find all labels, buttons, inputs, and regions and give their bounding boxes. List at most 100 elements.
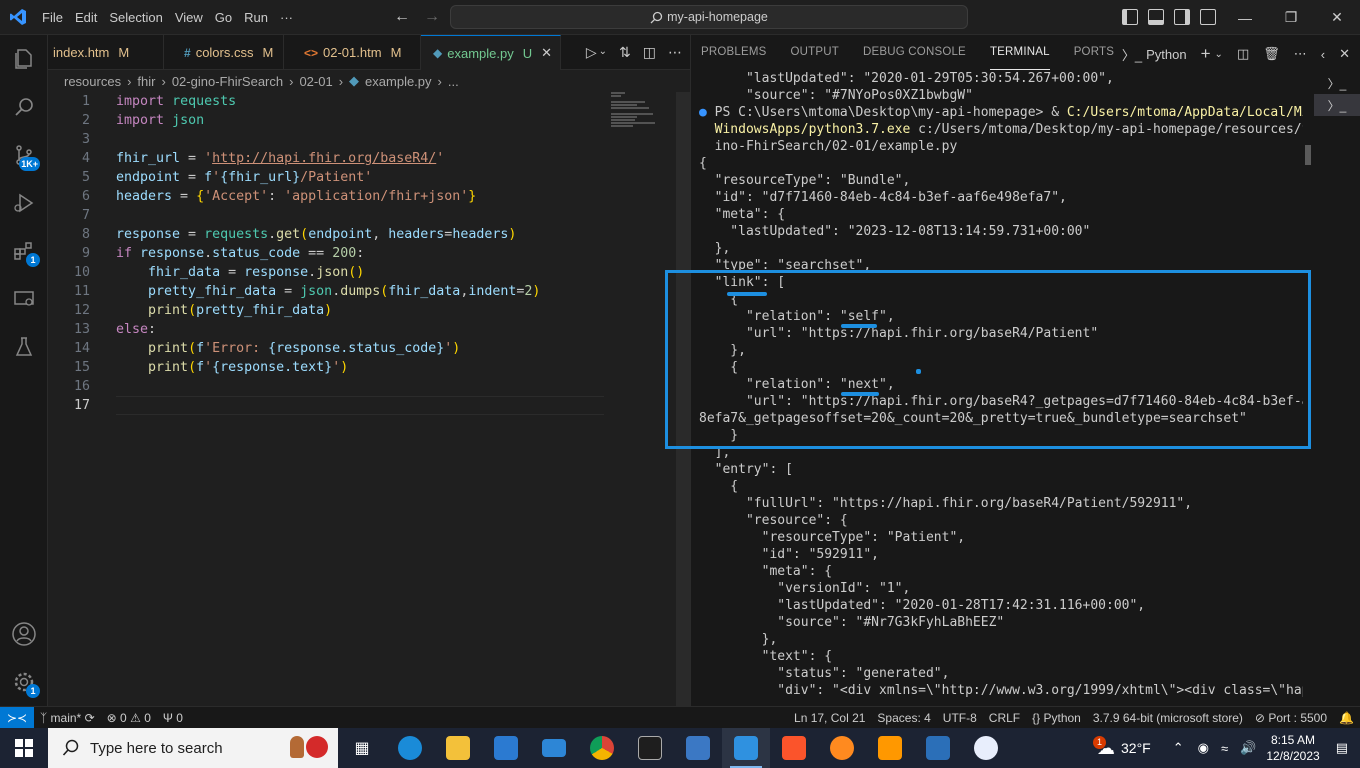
toggle-primary-sidebar-icon[interactable]	[1122, 9, 1138, 25]
windows-start-icon[interactable]	[0, 728, 48, 768]
breadcrumb-item[interactable]: resources	[64, 74, 121, 89]
microsoft-store-icon[interactable]	[482, 728, 530, 768]
testing-icon[interactable]	[0, 323, 48, 371]
manage-gear-icon[interactable]: 1	[0, 658, 48, 706]
code-line[interactable]: 14 print(f'Error: {response.status_code}…	[48, 339, 678, 358]
tab-debug-console[interactable]: DEBUG CONSOLE	[863, 35, 966, 70]
code-line[interactable]: 15 print(f'{response.text}')	[48, 358, 678, 377]
code-editor[interactable]: 1 import requests 2 import json 3 4 fhir_url =…	[48, 92, 678, 415]
code-line[interactable]: 9 if response.status_code == 200:	[48, 244, 678, 263]
code-line[interactable]: 2 import json	[48, 111, 678, 130]
brave-icon[interactable]	[770, 728, 818, 768]
search-view-icon[interactable]	[0, 83, 48, 131]
explorer-icon[interactable]	[0, 35, 48, 83]
new-terminal-plus-icon[interactable]: +	[1201, 44, 1211, 64]
remote-explorer-icon[interactable]	[0, 275, 48, 323]
code-line[interactable]: 11 pretty_fhir_data = json.dumps(fhir_da…	[48, 282, 678, 301]
end-of-line[interactable]: CRLF	[983, 711, 1026, 725]
volume-icon[interactable]: 🔊	[1240, 740, 1256, 756]
cursor-position[interactable]: Ln 17, Col 21	[788, 711, 871, 725]
menu-view[interactable]: View	[169, 0, 209, 35]
run-python-icon[interactable]: ▷	[586, 44, 597, 61]
code-line[interactable]: 10 fhir_data = response.json()	[48, 263, 678, 282]
meet-now-icon[interactable]: ◉	[1198, 740, 1209, 756]
ports-item[interactable]: Ψ 0	[157, 711, 189, 725]
forward-arrow-icon[interactable]: →	[424, 8, 440, 26]
code-line[interactable]: 1 import requests	[48, 92, 678, 111]
breadcrumb-item[interactable]: 02-01	[299, 74, 332, 89]
code-line[interactable]: 5 endpoint = f'{fhir_url}/Patient'	[48, 168, 678, 187]
python-interpreter[interactable]: 3.7.9 64-bit (microsoft store)	[1087, 711, 1249, 725]
menu-edit[interactable]: Edit	[69, 0, 103, 35]
code-line[interactable]: 4 fhir_url = 'http://hapi.fhir.org/baseR4…	[48, 149, 678, 168]
code-line[interactable]: 13 else:	[48, 320, 678, 339]
back-arrow-icon[interactable]: ←	[394, 8, 410, 26]
code-line[interactable]: 8 response = requests.get(endpoint, heade…	[48, 225, 678, 244]
breadcrumb-item[interactable]: ...	[448, 74, 459, 89]
tab-problems[interactable]: PROBLEMS	[701, 35, 767, 70]
close-panel-icon[interactable]: ✕	[1339, 46, 1350, 62]
edge-icon[interactable]	[386, 728, 434, 768]
minimap[interactable]	[611, 92, 661, 132]
problems-item[interactable]: ⊗ 0 ⚠ 0	[101, 711, 157, 725]
control-panel-icon[interactable]	[674, 728, 722, 768]
code-line[interactable]: 16	[48, 377, 678, 396]
more-actions-icon[interactable]: ⋯	[1294, 46, 1307, 62]
menu-more[interactable]: ···	[274, 0, 299, 35]
breadcrumb-item[interactable]: 02-gino-FhirSearch	[172, 74, 283, 89]
branch-item[interactable]: ᛉ main* ⟳	[34, 711, 101, 725]
chrome-icon[interactable]	[578, 728, 626, 768]
chevron-up-icon[interactable]: ⌃	[1173, 740, 1184, 756]
tab-ports[interactable]: PORTS	[1074, 35, 1114, 70]
menu-run[interactable]: Run	[238, 0, 274, 35]
encoding[interactable]: UTF-8	[937, 711, 983, 725]
split-terminal-icon[interactable]: ◫	[1237, 46, 1249, 62]
menu-go[interactable]: Go	[209, 0, 238, 35]
open-changes-icon[interactable]: ⇅	[619, 44, 631, 61]
powershell-icon[interactable]	[914, 728, 962, 768]
code-line[interactable]: 17	[48, 396, 678, 415]
language-mode[interactable]: {} Python	[1026, 711, 1087, 725]
weather-icon[interactable]: ☁ 1	[1093, 735, 1115, 759]
split-editor-icon[interactable]: ◫	[643, 44, 656, 61]
source-control-icon[interactable]: 1K+	[0, 131, 48, 179]
customize-layout-icon[interactable]	[1200, 9, 1216, 25]
task-view-icon[interactable]: ▦	[338, 728, 386, 768]
more-actions-icon[interactable]: ⋯	[668, 44, 682, 61]
close-window-button[interactable]: ✕	[1314, 0, 1360, 35]
tab-output[interactable]: OUTPUT	[791, 35, 839, 70]
terminal-profile-button[interactable]: 〉_ Python	[1122, 45, 1187, 64]
chevron-down-icon[interactable]: ⌄	[599, 46, 607, 61]
vscode-taskbar-icon[interactable]	[722, 728, 770, 768]
command-center-search[interactable]: my-api-homepage	[450, 5, 968, 29]
restore-button[interactable]: ❐	[1268, 0, 1314, 35]
mail-icon[interactable]	[530, 728, 578, 768]
tab-colors-css[interactable]: # colors.css M	[164, 35, 284, 70]
tab-example-py[interactable]: ◆ example.py U ✕	[421, 35, 561, 70]
sublime-text-icon[interactable]	[866, 728, 914, 768]
app-d-icon[interactable]	[962, 728, 1010, 768]
tab-02-01-htm[interactable]: <> 02-01.htm M	[284, 35, 421, 70]
notification-center-icon[interactable]: ▤	[1336, 740, 1348, 756]
toggle-secondary-sidebar-icon[interactable]	[1174, 9, 1190, 25]
breadcrumb-item[interactable]: example.py	[365, 74, 431, 89]
minimize-button[interactable]: —	[1222, 0, 1268, 35]
menu-selection[interactable]: Selection	[103, 0, 168, 35]
wifi-icon[interactable]: ≈	[1221, 741, 1228, 756]
menu-file[interactable]: File	[36, 0, 69, 35]
breadcrumb-item[interactable]: fhir	[137, 74, 155, 89]
code-line[interactable]: 12 print(pretty_fhir_data)	[48, 301, 678, 320]
code-line[interactable]: 6 headers = {'Accept': 'application/fhir+…	[48, 187, 678, 206]
terminal-instance-icon[interactable]: 〉_	[1314, 72, 1360, 94]
taskbar-search-box[interactable]: Type here to search	[48, 728, 338, 768]
command-prompt-icon[interactable]	[626, 728, 674, 768]
tab-terminal[interactable]: TERMINAL	[989, 35, 1050, 70]
close-tab-icon[interactable]: ✕	[541, 45, 552, 61]
terminal-instance-icon[interactable]: 〉_	[1314, 94, 1360, 116]
trash-icon[interactable]: 🗑	[1263, 46, 1280, 62]
code-line[interactable]: 3	[48, 130, 678, 149]
chevron-left-icon[interactable]: ‹	[1321, 47, 1325, 62]
chevron-down-icon[interactable]: ⌄	[1215, 49, 1223, 60]
code-line[interactable]: 7	[48, 206, 678, 225]
notifications-bell-icon[interactable]: 🔔	[1333, 711, 1360, 725]
